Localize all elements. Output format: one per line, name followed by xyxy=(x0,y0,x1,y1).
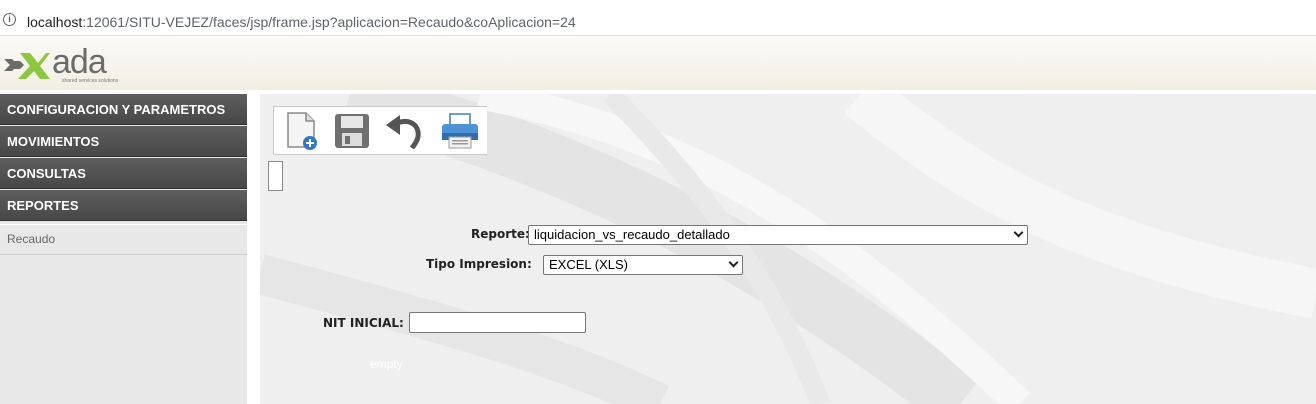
tipo-impresion-label: Tipo Impresion: xyxy=(426,257,532,271)
nit-inicial-label: NIT INICIAL: xyxy=(323,316,404,330)
undo-icon xyxy=(386,115,421,150)
logo-tagline: shared services solutions xyxy=(62,78,119,84)
main-content: Reporte: liquidacion_vs_recaudo_detallad… xyxy=(260,94,1316,404)
print-button[interactable] xyxy=(440,111,480,151)
ada-logo: ada shared services solutions xyxy=(4,43,144,87)
address-url[interactable]: localhost:12061/SITU-VEJEZ/faces/jsp/fra… xyxy=(27,14,576,30)
ada-logo-mark-icon xyxy=(4,53,50,79)
submenu-recaudo[interactable]: Recaudo xyxy=(0,224,247,255)
url-host: localhost xyxy=(27,14,83,30)
tipo-impresion-select[interactable]: EXCEL (XLS) xyxy=(543,255,743,275)
chevron-down-icon xyxy=(728,257,739,268)
empty-placeholder-text: empty xyxy=(370,357,403,371)
nit-inicial-input[interactable] xyxy=(409,312,586,333)
menu-reportes[interactable]: REPORTES xyxy=(0,190,247,221)
menu-movimientos[interactable]: MOVIMIENTOS xyxy=(0,126,247,157)
app-header xyxy=(0,36,1316,90)
sidebar: CONFIGURACION Y PARAMETROS MOVIMIENTOS C… xyxy=(0,94,247,404)
info-icon[interactable]: i xyxy=(3,13,16,26)
print-icon xyxy=(442,113,478,149)
save-icon xyxy=(335,114,369,148)
new-document-icon xyxy=(287,112,317,150)
menu-consultas[interactable]: CONSULTAS xyxy=(0,158,247,189)
save-button[interactable] xyxy=(332,111,372,151)
chevron-down-icon xyxy=(1013,227,1024,238)
menu-configuracion[interactable]: CONFIGURACION Y PARAMETROS xyxy=(0,94,247,125)
logo-word: ada xyxy=(52,43,107,81)
reporte-label: Reporte: xyxy=(471,227,530,241)
toolbar xyxy=(273,106,487,155)
url-path: :12061/SITU-VEJEZ/faces/jsp/frame.jsp?ap… xyxy=(82,14,576,30)
collapsed-panel-toggle[interactable] xyxy=(268,161,283,191)
new-document-button[interactable] xyxy=(282,111,322,151)
tipo-impresion-selected-value: EXCEL (XLS) xyxy=(549,257,628,272)
reporte-selected-value: liquidacion_vs_recaudo_detallado xyxy=(534,227,730,242)
undo-button[interactable] xyxy=(384,111,424,151)
reporte-select[interactable]: liquidacion_vs_recaudo_detallado xyxy=(528,225,1028,245)
browser-address-bar[interactable]: i localhost:12061/SITU-VEJEZ/faces/jsp/f… xyxy=(0,0,1316,36)
